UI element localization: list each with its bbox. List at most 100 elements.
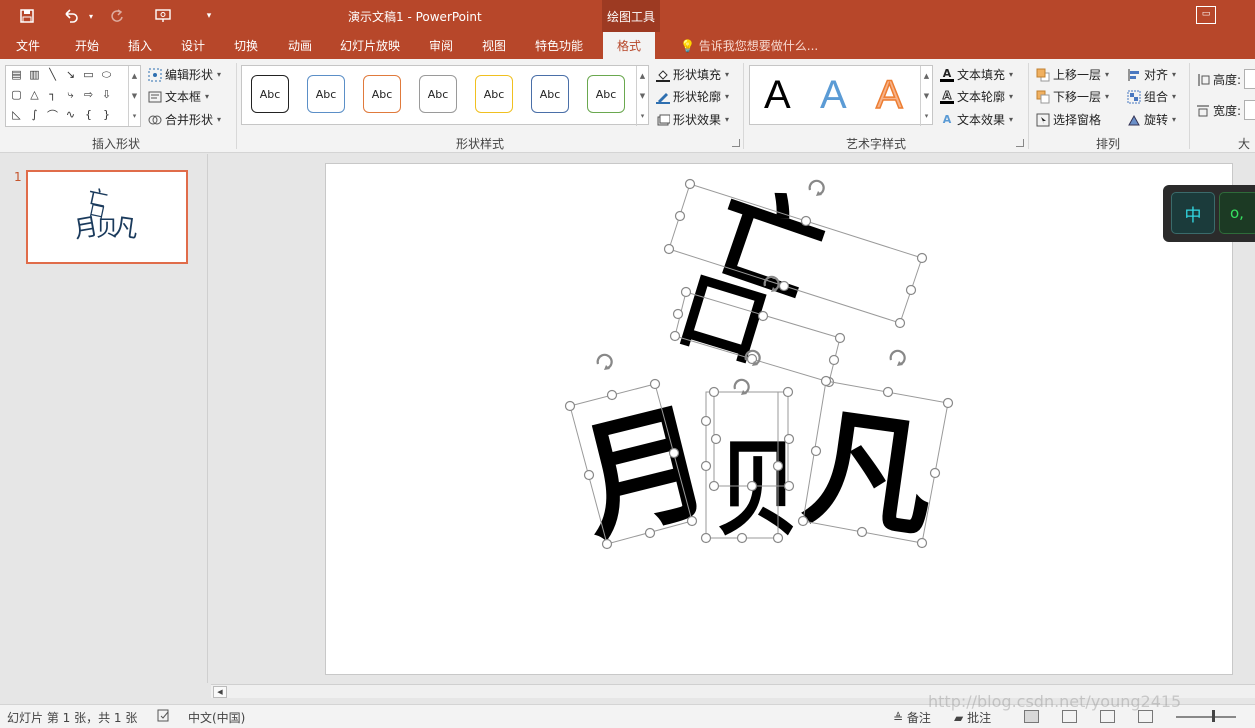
notes-button[interactable]: ≜ 备注: [893, 709, 931, 726]
width-input[interactable]: [1244, 100, 1255, 120]
present-from-start-icon[interactable]: [153, 6, 175, 26]
edit-shape-button[interactable]: 编辑形状 ▾: [148, 66, 221, 83]
send-backward-button[interactable]: 下移一层 ▾: [1036, 88, 1109, 105]
shape-style-swatch[interactable]: Abc: [475, 75, 513, 113]
gallery-more-icon[interactable]: ▾: [129, 106, 140, 126]
selection-pane-button[interactable]: 选择窗格: [1036, 111, 1101, 128]
shape-styles-gallery-scroll[interactable]: ▲ ▼ ▾: [636, 66, 648, 126]
slide-sorter-view-icon[interactable]: [1062, 710, 1077, 723]
vertical-text-box-shape-icon[interactable]: ▥: [27, 68, 42, 81]
wordart-style-orange[interactable]: A: [875, 72, 903, 118]
tab-review[interactable]: 审阅: [429, 37, 453, 54]
scroll-down-icon[interactable]: ▼: [129, 86, 140, 106]
scroll-left-icon[interactable]: ◀: [213, 686, 227, 698]
right-brace-shape-icon[interactable]: }: [99, 108, 114, 121]
right-arrow-shape-icon[interactable]: ⇨: [81, 88, 96, 101]
scroll-up-icon[interactable]: ▲: [129, 66, 140, 86]
tab-special-features[interactable]: 特色功能: [535, 37, 583, 54]
tab-transitions[interactable]: 切换: [234, 37, 258, 54]
elbow-arrow-connector-shape-icon[interactable]: ⤷: [63, 88, 78, 101]
wordart-styles-gallery[interactable]: A A A ▲ ▼ ▾: [749, 65, 933, 126]
scroll-up-icon[interactable]: ▲: [921, 66, 932, 86]
tell-me-box[interactable]: 💡 告诉我您想要做什么...: [680, 37, 818, 54]
curve-shape-icon[interactable]: ∿: [63, 108, 78, 121]
zoom-slider-thumb[interactable]: [1212, 710, 1215, 722]
shape-outline-button[interactable]: 形状轮廓 ▾: [656, 88, 729, 105]
tab-slide-show[interactable]: 幻灯片放映: [340, 37, 400, 54]
elbow-connector-shape-icon[interactable]: ┐: [45, 88, 60, 101]
wordart-style-black[interactable]: A: [764, 72, 791, 118]
slide-show-view-icon[interactable]: [1138, 710, 1153, 723]
text-effects-button[interactable]: A 文本效果 ▾: [940, 111, 1013, 128]
slide-canvas[interactable]: [325, 163, 1233, 675]
undo-dropdown-icon[interactable]: ▾: [80, 6, 102, 26]
tab-home[interactable]: 开始: [75, 37, 99, 54]
comments-button[interactable]: ▰ 批注: [954, 709, 991, 726]
scribble-shape-icon[interactable]: ∫: [27, 108, 42, 121]
text-box-shape-icon[interactable]: ▤: [9, 68, 24, 81]
undo-icon[interactable]: [60, 6, 82, 26]
left-brace-shape-icon[interactable]: {: [81, 108, 96, 121]
shape-effects-button[interactable]: 形状效果 ▾: [656, 111, 729, 128]
tab-insert[interactable]: 插入: [128, 37, 152, 54]
save-icon[interactable]: [16, 6, 38, 26]
reading-view-icon[interactable]: [1100, 710, 1115, 723]
shape-style-swatch[interactable]: Abc: [251, 75, 289, 113]
shape-style-swatch[interactable]: Abc: [419, 75, 457, 113]
line-shape-icon[interactable]: ╲: [45, 68, 60, 81]
shapes-gallery[interactable]: ▤ ▥ ╲ ↘ ▭ ⬭ ▢ △ ┐ ⤷ ⇨ ⇩ ◺ ∫ ⌒ ∿ { } ▲ ▼ …: [5, 65, 141, 127]
text-box-button[interactable]: 文本框 ▾: [148, 88, 209, 105]
down-arrow-shape-icon[interactable]: ⇩: [99, 88, 114, 101]
ime-punctuation-button[interactable]: o,: [1219, 192, 1255, 234]
title-bar: ▾ ▾ 演示文稿1 - PowerPoint 绘图工具 ▭: [0, 0, 1255, 32]
gallery-more-icon[interactable]: ▾: [637, 106, 648, 126]
scroll-down-icon[interactable]: ▼: [921, 86, 932, 106]
rounded-rectangle-shape-icon[interactable]: ▢: [9, 88, 24, 101]
arrow-line-shape-icon[interactable]: ↘: [63, 68, 78, 81]
shape-styles-gallery[interactable]: Abc Abc Abc Abc Abc Abc Abc ▲ ▼ ▾: [241, 65, 649, 126]
rotate-button[interactable]: 旋转 ▾: [1127, 111, 1176, 128]
scroll-up-icon[interactable]: ▲: [637, 66, 648, 86]
tab-animations[interactable]: 动画: [288, 37, 312, 54]
wordart-style-blue[interactable]: A: [820, 72, 847, 118]
oval-shape-icon[interactable]: ⬭: [99, 68, 114, 81]
tab-format[interactable]: 格式: [603, 32, 656, 59]
align-label: 对齐: [1144, 68, 1169, 82]
customize-quick-access-icon[interactable]: ▾: [198, 6, 220, 26]
shape-style-swatch[interactable]: Abc: [307, 75, 345, 113]
dialog-launcher-icon[interactable]: [1016, 139, 1024, 147]
tab-file[interactable]: 文件: [16, 37, 40, 54]
ime-mode-button[interactable]: 中: [1171, 192, 1215, 234]
tab-design[interactable]: 设计: [181, 37, 205, 54]
shape-fill-button[interactable]: 形状填充 ▾: [656, 66, 729, 83]
zoom-slider[interactable]: [1176, 716, 1236, 718]
slide-thumbnail[interactable]: 亡 口 月 贝 凡: [26, 170, 188, 264]
merge-shapes-button[interactable]: 合并形状 ▾: [148, 111, 221, 128]
shape-style-swatch[interactable]: Abc: [587, 75, 625, 113]
chevron-down-icon: ▾: [1172, 70, 1177, 79]
ime-toolbar[interactable]: 中 o,: [1163, 185, 1255, 242]
shape-style-swatch[interactable]: Abc: [531, 75, 569, 113]
scroll-down-icon[interactable]: ▼: [637, 86, 648, 106]
gallery-more-icon[interactable]: ▾: [921, 106, 932, 126]
text-outline-button[interactable]: A 文本轮廓 ▾: [940, 88, 1013, 105]
align-button[interactable]: 对齐 ▾: [1127, 66, 1176, 83]
group-button[interactable]: 组合 ▾: [1127, 88, 1176, 105]
ribbon-display-options-icon[interactable]: ▭: [1196, 6, 1216, 24]
triangle-shape-icon[interactable]: △: [27, 88, 42, 101]
arc-shape-icon[interactable]: ⌒: [45, 108, 60, 122]
wordart-gallery-scroll[interactable]: ▲ ▼ ▾: [920, 66, 932, 126]
spell-check-icon[interactable]: [157, 709, 171, 725]
shapes-gallery-scroll[interactable]: ▲ ▼ ▾: [128, 66, 140, 126]
shape-style-swatch[interactable]: Abc: [363, 75, 401, 113]
redo-icon[interactable]: [106, 6, 128, 26]
rectangle-shape-icon[interactable]: ▭: [81, 68, 96, 81]
freeform-shape-icon[interactable]: ◺: [9, 108, 24, 121]
height-input[interactable]: [1244, 69, 1255, 89]
text-fill-button[interactable]: A 文本填充 ▾: [940, 66, 1013, 83]
language-status[interactable]: 中文(中国): [188, 709, 245, 726]
bring-forward-button[interactable]: 上移一层 ▾: [1036, 66, 1109, 83]
normal-view-icon[interactable]: [1024, 710, 1039, 723]
dialog-launcher-icon[interactable]: [732, 139, 740, 147]
tab-view[interactable]: 视图: [482, 37, 506, 54]
